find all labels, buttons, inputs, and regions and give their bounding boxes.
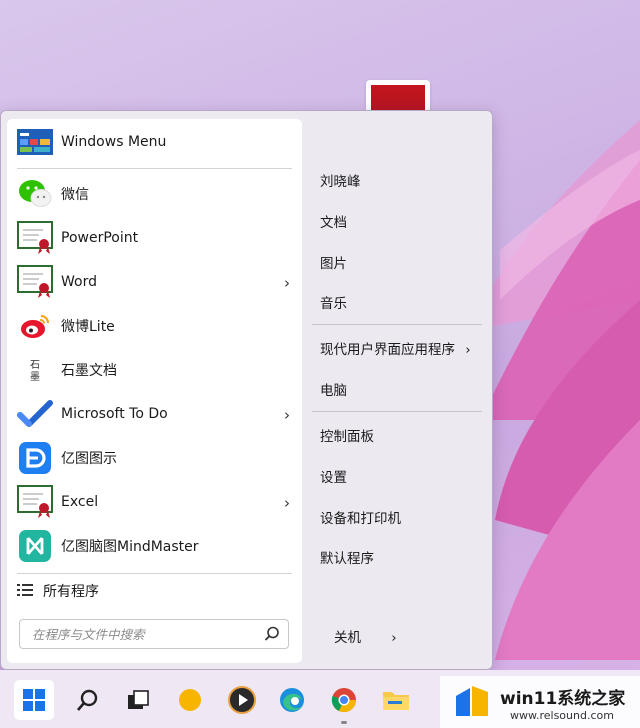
app-label: 微博Lite xyxy=(61,319,115,335)
start-button[interactable] xyxy=(14,680,54,720)
program-list-panel: Windows Menu 微信 PowerPoint Word › 微博Lite… xyxy=(7,119,302,663)
start-menu: Windows Menu 微信 PowerPoint Word › 微博Lite… xyxy=(0,110,493,670)
shutdown-label: 关机 xyxy=(334,630,361,646)
watermark-title: win11系统之家 xyxy=(500,689,626,709)
chevron-right-icon[interactable]: › xyxy=(284,274,290,292)
default-programs-link[interactable]: 默认程序 xyxy=(320,547,374,567)
wechat-icon xyxy=(17,178,53,210)
pictures-link[interactable]: 图片 xyxy=(320,252,347,272)
chevron-right-icon[interactable]: › xyxy=(284,494,290,512)
app-edraw[interactable]: 亿图图示 xyxy=(7,437,302,479)
app-powerpoint[interactable]: PowerPoint xyxy=(7,217,302,259)
app-word[interactable]: Word › xyxy=(7,261,302,303)
weibo-icon xyxy=(17,310,53,342)
shutdown-button[interactable]: 关机 › xyxy=(334,626,397,646)
search-icon[interactable] xyxy=(264,626,280,646)
app-label: 亿图脑图MindMaster xyxy=(61,539,199,555)
documents-link[interactable]: 文档 xyxy=(320,211,347,231)
shimo-icon: 石墨 xyxy=(17,354,53,386)
app-label: 石墨文档 xyxy=(61,363,117,379)
search-box[interactable] xyxy=(19,619,289,649)
svg-text:墨: 墨 xyxy=(30,371,40,383)
watermark-url: www.relsound.com xyxy=(510,709,614,722)
app-microsoft-todo[interactable]: Microsoft To Do › xyxy=(7,393,302,435)
yellow-circle-icon xyxy=(179,689,201,711)
all-programs-label: 所有程序 xyxy=(43,584,99,600)
task-view-button[interactable] xyxy=(118,680,158,720)
divider xyxy=(17,168,292,169)
search-input[interactable] xyxy=(32,626,257,642)
app-windows-menu[interactable]: Windows Menu xyxy=(7,121,302,163)
chrome-icon xyxy=(331,688,357,713)
app-label: Microsoft To Do xyxy=(61,406,168,422)
certificate-icon xyxy=(17,221,53,254)
app-label: Word xyxy=(61,274,97,290)
svg-text:石: 石 xyxy=(30,360,40,371)
app-label: 微信 xyxy=(61,187,89,203)
computer-link[interactable]: 电脑 xyxy=(320,379,347,399)
edraw-icon xyxy=(17,442,53,474)
all-programs-button[interactable]: 所有程序 xyxy=(17,581,99,601)
watermark-logo-icon xyxy=(456,686,488,716)
running-indicator xyxy=(341,721,347,724)
devices-printers-link[interactable]: 设备和打印机 xyxy=(320,507,401,527)
chrome-button[interactable] xyxy=(324,680,364,724)
chevron-right-icon[interactable]: › xyxy=(391,630,396,646)
app-label: Excel xyxy=(61,494,99,510)
task-view-icon xyxy=(128,690,149,709)
modern-apps-label: 现代用户界面应用程序 xyxy=(320,342,455,358)
certificate-icon xyxy=(17,265,53,298)
divider xyxy=(312,411,482,412)
chevron-right-icon[interactable]: › xyxy=(284,406,290,424)
todo-check-icon xyxy=(17,398,53,430)
edge-button[interactable] xyxy=(272,680,312,720)
music-link[interactable]: 音乐 xyxy=(320,292,347,312)
windows-menu-icon xyxy=(17,126,53,158)
app-excel[interactable]: Excel › xyxy=(7,481,302,523)
divider xyxy=(17,573,292,574)
mindmaster-icon xyxy=(17,530,53,562)
chevron-right-icon: › xyxy=(465,342,471,358)
certificate-icon xyxy=(17,485,53,518)
play-icon xyxy=(228,686,256,714)
search-taskbar-button[interactable] xyxy=(68,680,108,720)
windows-logo-icon xyxy=(23,689,45,711)
search-icon xyxy=(77,689,98,711)
folder-icon xyxy=(383,692,409,710)
app-mindmaster[interactable]: 亿图脑图MindMaster xyxy=(7,525,302,567)
app-weibo-lite[interactable]: 微博Lite xyxy=(7,305,302,347)
modern-apps-link[interactable]: 现代用户界面应用程序 › xyxy=(320,338,471,358)
file-explorer-button[interactable] xyxy=(376,680,416,720)
list-icon xyxy=(17,582,33,601)
app-wechat[interactable]: 微信 xyxy=(7,173,302,215)
app-label: 亿图图示 xyxy=(61,451,117,467)
settings-link[interactable]: 设置 xyxy=(320,466,347,486)
app-label: Windows Menu xyxy=(61,134,167,150)
app-label: PowerPoint xyxy=(61,230,139,246)
control-panel-link[interactable]: 控制面板 xyxy=(320,425,374,445)
watermark: win11系统之家 www.relsound.com xyxy=(440,676,640,728)
divider xyxy=(312,324,482,325)
user-name-link[interactable]: 刘晓峰 xyxy=(320,170,361,190)
media-player-button[interactable] xyxy=(222,680,262,720)
app-shimo-docs[interactable]: 石墨 石墨文档 xyxy=(7,349,302,391)
widget-button[interactable] xyxy=(170,680,210,720)
edge-icon xyxy=(280,688,304,712)
